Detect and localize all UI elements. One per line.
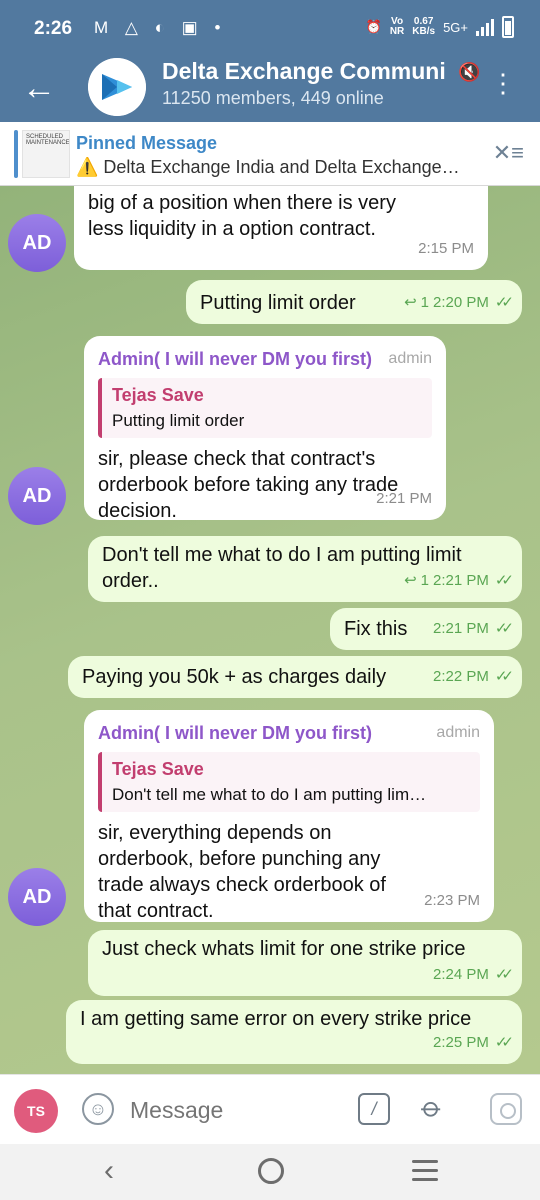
status-right: ⏰ Vo NR 0.67 KB/s 5G+ [366, 16, 514, 38]
signal-icon [476, 18, 494, 36]
message-bubble[interactable]: Just check whats limit for one strike pr… [88, 930, 522, 996]
message-time: 2:24 PM [432, 966, 489, 983]
message-text: Just check whats limit for one strike pr… [102, 938, 466, 960]
message-text: big of a position when there is very [88, 192, 396, 214]
message-time: 2:15 PM [418, 240, 474, 257]
message-bubble[interactable]: big of a position when there is very les… [74, 186, 488, 270]
message-meta: 2:25 PM ✓✓ [432, 1030, 514, 1056]
reply-count-icon[interactable]: ↩ [404, 290, 417, 316]
double-check-icon: ✓✓ [494, 1034, 514, 1051]
message-meta: 2:22 PM ✓✓ [432, 664, 514, 690]
message-time: 2:21 PM [376, 490, 432, 507]
reply-count: 1 [420, 294, 429, 311]
send-as-avatar[interactable]: TS [14, 1089, 58, 1133]
message-bubble[interactable]: Don't tell me what to do I am putting li… [88, 536, 522, 602]
alarm-icon: ⏰ [365, 19, 382, 34]
message-text: Fix this [344, 618, 408, 640]
pinned-indicator [14, 130, 18, 178]
message-text: sir, please check that contract's [98, 448, 376, 470]
message-text: Putting limit order [200, 292, 356, 314]
nav-recent-icon[interactable] [412, 1160, 438, 1182]
status-bar: 2:26 M △ ◐ ▣ • ⏰ Vo NR 0.67 KB/s 5G+ [0, 0, 540, 58]
attach-icon[interactable]: ⌀ [415, 1090, 450, 1125]
message-list[interactable]: big of a position when there is very les… [0, 186, 540, 1074]
message-meta: 2:24 PM ✓✓ [432, 962, 514, 988]
bot-command-icon[interactable]: / [358, 1093, 390, 1125]
message-text: Don't tell me what to do I am putting li… [102, 544, 462, 566]
message-time: 2:21 PM [432, 572, 489, 589]
message-input[interactable] [130, 1093, 340, 1127]
message-time: 2:25 PM [432, 1034, 489, 1051]
double-check-icon: ✓✓ [494, 668, 514, 685]
nav-back-icon[interactable]: ‹ [104, 1154, 114, 1188]
compose-bar: TS ☺ / ⌀ [0, 1074, 540, 1144]
more-vertical-icon[interactable]: ⋮ [490, 70, 516, 96]
chat-title[interactable]: Delta Exchange Communi [162, 58, 482, 85]
double-check-icon: ✓✓ [494, 966, 514, 983]
message-bubble[interactable]: Paying you 50k + as charges daily 2:22 P… [68, 656, 522, 698]
quote-text: Putting limit order [112, 411, 245, 430]
message-text: I am getting same error on every strike … [80, 1008, 472, 1030]
volte-indicator: Vo NR [389, 16, 405, 37]
notification-icons: M △ ◐ ▣ • [94, 18, 227, 37]
back-arrow-icon[interactable]: ← [22, 68, 56, 108]
message-meta: ↩ 1 2:20 PM ✓✓ [404, 290, 514, 316]
mute-icon: 🔇 [458, 62, 481, 82]
message-text: sir, everything depends on [98, 822, 332, 844]
reply-count-icon[interactable]: ↩ [404, 568, 417, 594]
camera-icon[interactable] [490, 1093, 522, 1125]
message-text: less liquidity in a option contract. [88, 218, 376, 240]
message-bubble[interactable]: Fix this 2:21 PM ✓✓ [330, 608, 522, 650]
message-meta: 2:21 PM ✓✓ [432, 616, 514, 642]
reply-quote[interactable]: Tejas Save Don't tell me what to do I am… [98, 752, 480, 812]
pinned-message-bar[interactable]: SCHEDULED MAINTENANCE Pinned Message ⚠️ … [0, 122, 540, 186]
message-bubble[interactable]: Admin( I will never DM you first) admin … [84, 336, 446, 522]
admin-badge: admin [436, 724, 480, 741]
message-time: 2:21 PM [432, 620, 489, 637]
message-bubble[interactable]: Admin( I will never DM you first) admin … [84, 710, 494, 922]
nav-home-icon[interactable] [258, 1158, 284, 1184]
status-time: 2:26 [34, 18, 73, 39]
pinned-thumbnail: SCHEDULED MAINTENANCE [22, 130, 70, 178]
message-text: that contract. [98, 900, 214, 922]
message-text: orderbook, before punching any [98, 848, 381, 870]
admin-badge: admin [388, 350, 432, 367]
quote-text: Don't tell me what to do I am putting li… [112, 785, 427, 804]
member-count: 11250 members, 449 online [162, 88, 384, 108]
pinned-title: Pinned Message [76, 133, 218, 153]
avatar[interactable]: AD [8, 868, 66, 926]
sender-name[interactable]: Admin( I will never DM you first) [98, 346, 432, 372]
unpin-icon[interactable]: ✕≡ [493, 140, 524, 166]
quote-author: Tejas Save [112, 385, 204, 405]
network-type: 5G+ [443, 19, 468, 35]
reply-count: 1 [420, 572, 429, 589]
pinned-text: ⚠️ Delta Exchange India and Delta Exchan… [76, 157, 460, 177]
double-check-icon: ✓✓ [494, 620, 514, 637]
message-time: 2:22 PM [432, 668, 489, 685]
avatar[interactable]: AD [8, 214, 66, 272]
sender-name[interactable]: Admin( I will never DM you first) [98, 720, 480, 746]
double-check-icon: ✓✓ [494, 294, 514, 311]
group-avatar[interactable] [88, 58, 146, 116]
avatar[interactable]: AD [8, 467, 66, 525]
message-text: trade always check orderbook of [98, 874, 386, 896]
quote-author: Tejas Save [112, 759, 204, 779]
double-check-icon: ✓✓ [494, 572, 514, 589]
emoji-icon[interactable]: ☺ [82, 1093, 114, 1125]
battery-icon [502, 16, 514, 38]
message-time: 2:20 PM [432, 294, 489, 311]
net-speed: 0.67 KB/s [412, 16, 436, 37]
chat-header: ← Delta Exchange Communi 🔇 11250 members… [0, 58, 540, 122]
message-meta: ↩ 1 2:21 PM ✓✓ [404, 568, 514, 594]
system-nav-bar: ‹ [0, 1144, 540, 1200]
message-text: Paying you 50k + as charges daily [82, 666, 387, 688]
message-bubble[interactable]: Putting limit order ↩ 1 2:20 PM ✓✓ [186, 280, 522, 324]
reply-quote[interactable]: Tejas Save Putting limit order [98, 378, 432, 438]
message-time: 2:23 PM [424, 892, 480, 909]
message-bubble[interactable]: I am getting same error on every strike … [66, 1000, 522, 1064]
